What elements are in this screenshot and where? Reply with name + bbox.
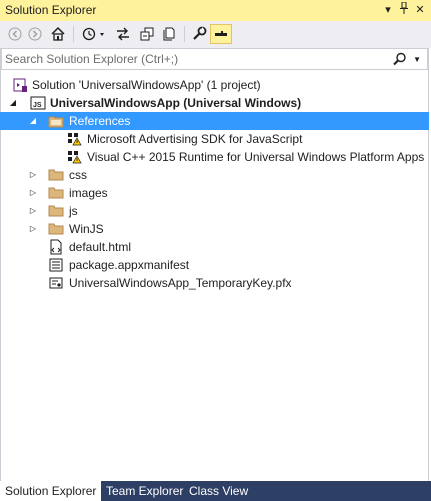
- folder-icon: [48, 203, 64, 219]
- forward-arrow-icon: [28, 27, 42, 41]
- javascript-project-icon: JS: [30, 95, 46, 111]
- show-all-files-icon: [163, 27, 175, 41]
- home-button[interactable]: [48, 24, 68, 44]
- toolbar-separator: [73, 26, 74, 42]
- tree-item-folder-css[interactable]: ▷ css: [0, 166, 429, 184]
- tree-item-reference[interactable]: Visual C++ 2015 Runtime for Universal Wi…: [0, 148, 429, 166]
- tree-item-file-pfx[interactable]: UniversalWindowsApp_TemporaryKey.pfx: [0, 274, 429, 292]
- collapsed-arrow-icon[interactable]: ▷: [28, 202, 38, 220]
- tree-item-reference[interactable]: Microsoft Advertising SDK for JavaScript: [0, 130, 429, 148]
- search-options-dropdown-icon[interactable]: ▼: [413, 52, 421, 68]
- tree-item-label: package.appxmanifest: [69, 258, 190, 272]
- solution-icon: [12, 77, 28, 93]
- tab-team-explorer[interactable]: Team Explorer: [101, 481, 188, 501]
- references-folder-icon: [48, 113, 64, 129]
- tree-item-label: UniversalWindowsApp (Universal Windows): [50, 96, 302, 110]
- tree-item-label: js: [69, 204, 78, 218]
- sync-icon: [117, 27, 129, 41]
- history-icon: [82, 27, 104, 41]
- sync-with-active-document-button[interactable]: [113, 24, 133, 44]
- html-file-icon: [48, 239, 64, 255]
- tree-item-folder-js[interactable]: ▷ js: [0, 202, 429, 220]
- window-title: Solution Explorer: [5, 3, 97, 17]
- tree-item-folder-images[interactable]: ▷ images: [0, 184, 429, 202]
- close-icon[interactable]: ✕: [413, 2, 427, 18]
- reference-warning-icon: [66, 131, 82, 147]
- tree-item-label: images: [69, 186, 108, 200]
- home-icon: [51, 26, 65, 41]
- tree-item-label: WinJS: [69, 222, 104, 236]
- tree-item-label: Microsoft Advertising SDK for JavaScript: [87, 132, 303, 146]
- search-box[interactable]: ▼: [1, 48, 428, 70]
- toolbar: [0, 21, 431, 48]
- tree-item-label: css: [69, 168, 87, 182]
- tree-item-label: References: [69, 114, 131, 128]
- collapsed-arrow-icon[interactable]: ▷: [28, 220, 38, 238]
- bottom-tab-strip: Solution Explorer Team Explorer Class Vi…: [0, 481, 431, 501]
- window-position-dropdown-icon[interactable]: ▾: [381, 2, 395, 18]
- preview-selected-items-button[interactable]: [210, 24, 232, 44]
- tree-item-folder-winjs[interactable]: ▷ WinJS: [0, 220, 429, 238]
- pin-icon[interactable]: [397, 1, 411, 18]
- tree-item-label: UniversalWindowsApp_TemporaryKey.pfx: [69, 276, 292, 290]
- back-arrow-icon: [8, 27, 22, 41]
- forward-button[interactable]: [26, 24, 44, 44]
- title-bar: Solution Explorer ▾ ✕: [0, 0, 431, 21]
- tree-item-label: Visual C++ 2015 Runtime for Universal Wi…: [87, 150, 425, 164]
- tree-item-references[interactable]: ◢ References: [0, 112, 429, 130]
- collapse-all-icon: [140, 27, 154, 41]
- svg-text:JS: JS: [33, 102, 42, 109]
- collapse-all-button[interactable]: [137, 24, 157, 44]
- folder-icon: [48, 167, 64, 183]
- tree-item-project[interactable]: ◢ JS UniversalWindowsApp (Universal Wind…: [0, 94, 429, 112]
- expanded-arrow-icon[interactable]: ◢: [28, 112, 38, 130]
- properties-wrench-icon: [193, 26, 207, 40]
- reference-warning-icon: [66, 149, 82, 165]
- tab-solution-explorer[interactable]: Solution Explorer: [0, 481, 102, 501]
- back-button[interactable]: [6, 24, 24, 44]
- search-input[interactable]: [5, 51, 385, 67]
- tree-item-solution[interactable]: Solution 'UniversalWindowsApp' (1 projec…: [0, 76, 429, 94]
- tab-class-view[interactable]: Class View: [184, 481, 253, 501]
- expanded-arrow-icon[interactable]: ◢: [8, 94, 18, 112]
- properties-button[interactable]: [189, 24, 209, 44]
- manifest-file-icon: [48, 257, 64, 273]
- certificate-file-icon: [48, 275, 64, 291]
- tree-item-file-html[interactable]: default.html: [0, 238, 429, 256]
- pending-changes-filter-button[interactable]: [80, 24, 108, 44]
- show-all-files-button[interactable]: [159, 24, 179, 44]
- tree-item-label: default.html: [69, 240, 132, 254]
- folder-icon: [48, 221, 64, 237]
- collapsed-arrow-icon[interactable]: ▷: [28, 184, 38, 202]
- tree-item-label: Solution 'UniversalWindowsApp' (1 projec…: [32, 78, 261, 92]
- tree-item-file-manifest[interactable]: package.appxmanifest: [0, 256, 429, 274]
- toolbar-separator: [184, 26, 185, 42]
- preview-selected-icon: [215, 31, 227, 36]
- collapsed-arrow-icon[interactable]: ▷: [28, 166, 38, 184]
- folder-icon: [48, 185, 64, 201]
- search-icon[interactable]: [393, 52, 407, 69]
